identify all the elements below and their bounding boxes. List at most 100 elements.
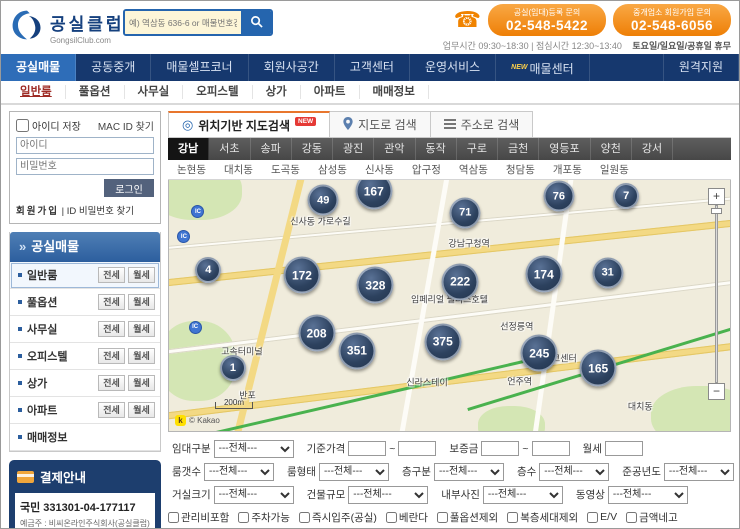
contact-badge-registration[interactable]: 공실(임대)등록 문의 02-548-5422 — [488, 4, 606, 36]
map-cluster-marker[interactable]: 351 — [338, 332, 376, 370]
search-input[interactable] — [125, 11, 241, 34]
nav-item-customer-center[interactable]: 고객센터 — [335, 54, 410, 81]
map-cluster-marker[interactable]: 76 — [543, 180, 575, 212]
nav-item-remote-support[interactable]: 원격지원 — [662, 54, 739, 81]
wolse-button[interactable]: 월세 — [128, 375, 155, 391]
tab-map-search[interactable]: 지도로 검색 — [330, 111, 431, 137]
id-field[interactable] — [16, 137, 154, 154]
map-cluster-marker[interactable]: 375 — [424, 323, 462, 361]
nav-item-vacancy-listings[interactable]: 공실매물 — [1, 54, 77, 81]
region-gangdong[interactable]: 강동 — [292, 138, 333, 160]
nav-item-self-corner[interactable]: 매물셀프코너 — [151, 54, 249, 81]
zoom-slider-track[interactable] — [711, 205, 722, 383]
map-cluster-marker[interactable]: 4 — [195, 257, 222, 284]
checkbox-price-negotiable[interactable]: 금액네고 — [626, 510, 678, 525]
map-cluster-marker[interactable]: 174 — [525, 255, 563, 293]
map-cluster-marker[interactable]: 328 — [356, 266, 394, 304]
checkbox[interactable] — [168, 511, 179, 523]
jeonse-button[interactable]: 전세 — [98, 348, 125, 364]
district-gaepo[interactable]: 개포동 — [544, 162, 591, 177]
region-geumcheon[interactable]: 금천 — [498, 138, 540, 160]
checkbox[interactable] — [298, 511, 310, 523]
tab-location-map-search[interactable]: ◎ 위치기반 지도검색 NEW — [168, 111, 331, 137]
checkbox[interactable] — [385, 511, 397, 523]
map-cluster-marker[interactable]: 222 — [441, 263, 479, 301]
room-count-select[interactable]: ---전체--- — [203, 462, 274, 481]
district-cheongdam[interactable]: 청담동 — [497, 162, 544, 177]
base-price-max-input[interactable] — [398, 441, 437, 456]
menu-item-officetel[interactable]: 오피스텔 전세 월세 — [10, 343, 160, 370]
menu-item-sale-info[interactable]: 매매정보 — [10, 424, 160, 451]
join-link[interactable]: 회원가입 — [16, 206, 59, 217]
map-cluster-marker[interactable]: 1 — [219, 355, 246, 382]
nav-item-services[interactable]: 운영서비스 — [410, 54, 497, 81]
region-gwanak[interactable]: 관악 — [374, 138, 416, 160]
jeonse-button[interactable]: 전세 — [98, 294, 125, 310]
district-apgujeong[interactable]: 압구정 — [403, 162, 450, 177]
wolse-button[interactable]: 월세 — [128, 267, 155, 283]
floor-number-select[interactable]: ---전체--- — [539, 462, 610, 481]
zoom-out-button[interactable]: − — [708, 383, 725, 400]
checkbox-maintenance-included[interactable]: 관리비포함 — [168, 510, 229, 525]
subnav-item-apartment[interactable]: 아파트 — [301, 85, 360, 99]
subnav-item-sale-info[interactable]: 매매정보 — [360, 85, 429, 99]
living-room-size-select[interactable]: ---전체--- — [213, 485, 294, 504]
region-gwangjin[interactable]: 광진 — [333, 138, 375, 160]
map-cluster-marker[interactable]: 172 — [283, 256, 321, 294]
menu-item-office[interactable]: 사무실 전세 월세 — [10, 316, 160, 343]
menu-item-general-room[interactable]: 일반룸 전세 월세 — [10, 262, 160, 289]
monthly-rent-input[interactable] — [604, 441, 643, 456]
district-dogok[interactable]: 도곡동 — [262, 162, 309, 177]
nav-item-joint-brokerage[interactable]: 공동중개 — [76, 54, 152, 81]
built-year-select[interactable]: ---전체--- — [663, 462, 734, 481]
wolse-button[interactable]: 월세 — [128, 294, 155, 310]
checkbox[interactable] — [626, 511, 638, 523]
wolse-button[interactable]: 월세 — [128, 321, 155, 337]
checkbox[interactable] — [436, 511, 448, 523]
checkbox-elevator[interactable]: E/V — [587, 511, 617, 523]
map-canvas[interactable]: IC IC IC 신사동 가로수길 강남구청역 임페리얼 팰리스호텔 선정릉역 … — [168, 180, 731, 432]
region-gangnam[interactable]: 강남 — [168, 138, 210, 160]
interior-photo-select[interactable]: ---전체--- — [482, 485, 563, 504]
subnav-item-full-option[interactable]: 풀옵션 — [66, 85, 125, 99]
subnav-item-officetel[interactable]: 오피스텔 — [183, 85, 253, 99]
region-guro[interactable]: 구로 — [457, 138, 498, 160]
district-irwon[interactable]: 일원동 — [591, 162, 638, 177]
map-cluster-marker[interactable]: 165 — [579, 349, 617, 387]
video-select[interactable]: ---전체--- — [607, 485, 688, 504]
map-cluster-marker[interactable]: 31 — [592, 257, 624, 289]
wolse-button[interactable]: 월세 — [128, 348, 155, 364]
region-yeongdeungpo[interactable]: 영등포 — [539, 138, 591, 160]
checkbox[interactable] — [238, 511, 250, 523]
menu-item-apartment[interactable]: 아파트 전세 월세 — [10, 397, 160, 424]
menu-item-full-option[interactable]: 풀옵션 전세 월세 — [10, 289, 160, 316]
district-nonhyeon[interactable]: 논현동 — [168, 162, 215, 177]
building-size-select[interactable]: ---전체--- — [348, 485, 429, 504]
district-samseong[interactable]: 삼성동 — [309, 162, 356, 177]
deposit-max-input[interactable] — [531, 441, 570, 456]
map-cluster-marker[interactable]: 49 — [307, 184, 339, 216]
region-gangseo[interactable]: 강서 — [632, 138, 674, 160]
map-cluster-marker[interactable]: 208 — [298, 314, 336, 352]
menu-item-shop[interactable]: 상가 전세 월세 — [10, 370, 160, 397]
checkbox-exclude-full-option[interactable]: 풀옵션제외 — [436, 510, 498, 525]
map-cluster-marker[interactable]: 7 — [613, 183, 640, 210]
zoom-in-button[interactable]: + — [708, 188, 725, 205]
floor-type-select[interactable]: ---전체--- — [433, 462, 504, 481]
subnav-item-shop[interactable]: 상가 — [253, 85, 301, 99]
map-cluster-marker[interactable]: 245 — [520, 334, 558, 372]
save-id-checkbox[interactable] — [16, 119, 29, 132]
search-button[interactable] — [241, 11, 271, 34]
checkbox-parking[interactable]: 주차가능 — [238, 510, 290, 525]
subnav-item-general-room[interactable]: 일반룸 — [7, 85, 66, 99]
jeonse-button[interactable]: 전세 — [98, 321, 125, 337]
nav-item-listing-center[interactable]: NEW 매물센터 — [496, 54, 590, 81]
checkbox[interactable] — [587, 511, 599, 523]
password-field[interactable] — [16, 158, 154, 175]
map-cluster-marker[interactable]: 71 — [449, 197, 481, 229]
checkbox[interactable] — [507, 511, 519, 523]
region-songpa[interactable]: 송파 — [251, 138, 292, 160]
district-daechi[interactable]: 대치동 — [215, 162, 262, 177]
jeonse-button[interactable]: 전세 — [98, 402, 125, 418]
region-dongjak[interactable]: 동작 — [416, 138, 457, 160]
